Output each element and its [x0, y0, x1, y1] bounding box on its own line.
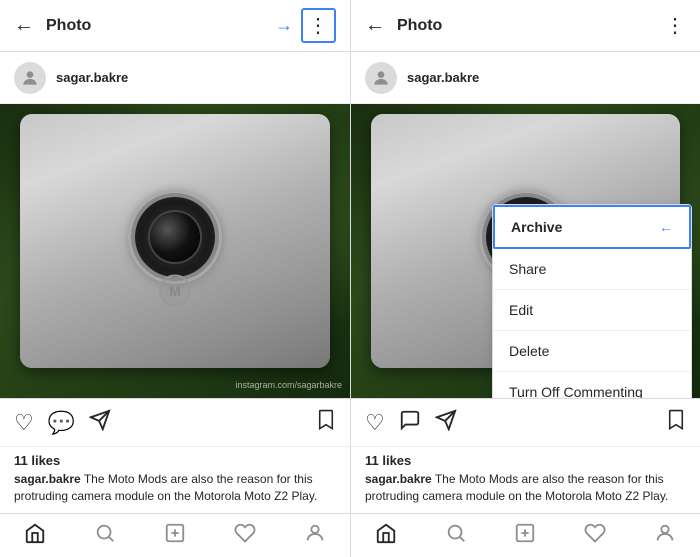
- left-nav-home[interactable]: [15, 522, 55, 550]
- left-camera-area: [135, 197, 215, 277]
- right-nav-activity[interactable]: [575, 522, 615, 550]
- archive-arrow-annotation: ←: [659, 219, 673, 235]
- right-action-icons: ♡: [365, 409, 666, 437]
- right-more-options-button[interactable]: ⋮: [665, 13, 686, 38]
- left-caption-username[interactable]: sagar.bakre: [14, 472, 81, 486]
- svg-text:M: M: [169, 283, 181, 299]
- left-panel: ← Photo → ⋮ sagar.bakre: [0, 0, 350, 557]
- menu-item-archive[interactable]: Archive ←: [493, 205, 691, 249]
- left-phone-surface: M: [20, 114, 330, 368]
- menu-item-share[interactable]: Share: [493, 249, 691, 290]
- right-header: ← Photo ⋮: [351, 0, 700, 52]
- right-back-button[interactable]: ←: [365, 14, 385, 37]
- left-avatar: [14, 62, 46, 94]
- left-action-bar: ♡ 💬: [0, 398, 350, 446]
- menu-item-edit[interactable]: Edit: [493, 290, 691, 331]
- right-caption-username[interactable]: sagar.bakre: [365, 472, 432, 486]
- left-user-row: sagar.bakre: [0, 52, 350, 104]
- right-nav-add[interactable]: [505, 522, 545, 550]
- left-camera-inner: [150, 212, 200, 262]
- left-like-button[interactable]: ♡: [14, 410, 34, 436]
- right-share-button[interactable]: [435, 409, 457, 437]
- right-nav-home[interactable]: [366, 522, 406, 550]
- left-bottom-nav: [0, 513, 350, 557]
- right-bookmark-button[interactable]: [666, 409, 686, 437]
- right-avatar: [365, 62, 397, 94]
- right-caption-text: sagar.bakre The Moto Mods are also the r…: [365, 471, 686, 505]
- left-username[interactable]: sagar.bakre: [56, 70, 336, 85]
- right-user-icon: [371, 68, 391, 88]
- menu-item-turn-off-commenting[interactable]: Turn Off Commenting: [493, 372, 691, 398]
- left-back-button[interactable]: ←: [14, 14, 34, 37]
- left-nav-add[interactable]: [155, 522, 195, 550]
- right-caption-area: 11 likes sagar.bakre The Moto Mods are a…: [351, 446, 700, 513]
- right-nav-search[interactable]: [436, 522, 476, 550]
- right-page-title: Photo: [397, 17, 665, 35]
- left-header: ← Photo → ⋮: [0, 0, 350, 52]
- left-comment-button[interactable]: 💬: [48, 410, 75, 436]
- right-photo-area: M instagram.com/sagarbakre Archive ← Sha…: [351, 104, 700, 398]
- right-user-row: sagar.bakre: [351, 52, 700, 104]
- left-photo-bg: M instagram.com/sagarbakre: [0, 104, 350, 398]
- left-nav-activity[interactable]: [225, 522, 265, 550]
- right-panel: ← Photo ⋮ sagar.bakre: [350, 0, 700, 557]
- left-nav-profile[interactable]: [295, 522, 335, 550]
- right-likes-count: 11 likes: [365, 453, 686, 468]
- right-comment-button[interactable]: [399, 409, 421, 437]
- right-action-bar: ♡: [351, 398, 700, 446]
- annotation-arrow: →: [275, 15, 293, 36]
- left-watermark: instagram.com/sagarbakre: [235, 380, 342, 390]
- left-likes-count: 11 likes: [14, 453, 336, 468]
- left-share-button[interactable]: [89, 409, 111, 437]
- left-bookmark-button[interactable]: [316, 409, 336, 437]
- left-action-icons: ♡ 💬: [14, 409, 316, 437]
- left-photo-area: M instagram.com/sagarbakre: [0, 104, 350, 398]
- left-nav-search[interactable]: [85, 522, 125, 550]
- menu-item-delete[interactable]: Delete: [493, 331, 691, 372]
- left-phone-mockup: M: [20, 114, 330, 368]
- user-icon: [20, 68, 40, 88]
- right-bottom-nav: [351, 513, 700, 557]
- left-caption-text: sagar.bakre The Moto Mods are also the r…: [14, 471, 336, 505]
- context-menu: Archive ← Share Edit Delete Turn Off Com…: [492, 204, 692, 398]
- right-username[interactable]: sagar.bakre: [407, 70, 686, 85]
- left-moto-logo: M: [158, 273, 193, 308]
- left-more-options-button[interactable]: ⋮: [301, 8, 336, 43]
- left-caption-area: 11 likes sagar.bakre The Moto Mods are a…: [0, 446, 350, 513]
- right-like-button[interactable]: ♡: [365, 410, 385, 436]
- right-nav-profile[interactable]: [645, 522, 685, 550]
- left-camera-outer: [135, 197, 215, 277]
- left-page-title: Photo: [46, 17, 275, 35]
